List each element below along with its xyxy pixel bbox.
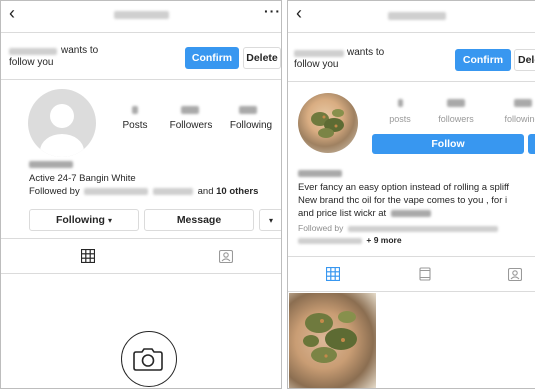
bio-line-1: Ever fancy an easy option instead of rol… [298, 182, 510, 193]
follower-name-redacted [84, 187, 149, 195]
followed-by-count: 10 others [216, 186, 259, 197]
post-thumbnail[interactable] [289, 293, 376, 388]
camera-empty-state [121, 331, 177, 387]
following-button-label: Following [55, 214, 105, 226]
confirm-button[interactable]: Confirm [455, 49, 511, 71]
followed-by-line[interactable]: Followed by [298, 222, 498, 234]
following-label[interactable]: Following [226, 120, 276, 131]
followed-by-line[interactable]: Followed by and 10 others [29, 186, 258, 198]
following-count-redacted [514, 99, 532, 107]
divider [288, 81, 535, 82]
confirm-button[interactable]: Confirm [185, 47, 239, 69]
camera-icon [133, 348, 163, 371]
follow-button[interactable]: Follow [372, 134, 524, 154]
profile-name-redacted [29, 161, 73, 168]
profile-tabs [288, 256, 535, 292]
bio-line-2: New brand thc oil for the vape comes to … [298, 195, 508, 206]
delete-button[interactable]: Delete [243, 47, 281, 69]
following-count-redacted [239, 106, 257, 114]
followed-by-more-line[interactable]: + 9 more [298, 234, 402, 246]
username-title-redacted [388, 12, 446, 20]
follower-name-redacted [152, 187, 193, 195]
request-text-line2: follow you [9, 57, 54, 68]
bio-line-3: and price list wickr at [298, 208, 431, 220]
avatar[interactable] [298, 93, 358, 153]
more-dots-icon[interactable]: ··· [264, 3, 281, 19]
followed-by-more: + 9 more [366, 235, 402, 245]
profile-name-redacted [298, 170, 342, 177]
posts-label[interactable]: posts [383, 114, 417, 124]
followers-label[interactable]: followers [433, 114, 479, 124]
message-button[interactable]: Message [144, 209, 254, 231]
delete-button[interactable]: Delete [514, 49, 535, 71]
posts-label[interactable]: Posts [115, 120, 155, 131]
request-text-line2: follow you [294, 59, 339, 70]
left-header: ‹ ··· [1, 1, 281, 33]
request-text-suffix: wants to [61, 45, 99, 56]
chevron-left-icon[interactable]: ‹ [9, 4, 15, 22]
username-title-redacted [114, 11, 169, 19]
chevron-down-icon: ▾ [107, 215, 112, 225]
followed-by-prefix: Followed by [29, 186, 80, 197]
requester-name-redacted [294, 50, 344, 57]
chevron-down-icon: ▾ [268, 215, 273, 225]
followers-label[interactable]: Followers [166, 120, 216, 131]
followers-count-redacted [181, 106, 199, 114]
right-header: ‹ [288, 1, 535, 33]
right-profile-screen: ‹ wants to follow you Confirm Delete pos… [287, 0, 535, 389]
follower-names-redacted [298, 237, 362, 244]
igtv-icon[interactable] [418, 267, 432, 281]
chevron-left-icon[interactable]: ‹ [296, 4, 302, 22]
bio-line-1: Active 24-7 Bangin White [29, 173, 136, 184]
default-avatar-icon [40, 104, 84, 157]
post-image [303, 311, 357, 363]
profile-tabs [1, 238, 281, 274]
divider [1, 79, 281, 80]
follower-names-redacted [347, 225, 498, 232]
tagged-person-icon[interactable] [219, 249, 233, 263]
suggestions-button[interactable]: ▾ [259, 209, 281, 231]
follow-options-button[interactable] [528, 134, 535, 154]
following-label[interactable]: following [499, 114, 535, 124]
request-text-suffix: wants to [347, 47, 385, 58]
requester-name-redacted [9, 48, 57, 55]
bio-line-3-text: and price list wickr at [298, 208, 387, 219]
left-profile-screen: ‹ ··· wants to follow you Confirm Delete… [0, 0, 282, 389]
tagged-person-icon[interactable] [508, 267, 522, 281]
posts-count-redacted [398, 99, 403, 107]
avatar[interactable] [28, 89, 96, 157]
profile-photo-image [311, 109, 344, 138]
posts-count-redacted [132, 106, 138, 114]
grid-icon[interactable] [81, 249, 95, 263]
followers-count-redacted [447, 99, 465, 107]
followed-by-and: and [197, 186, 214, 197]
followed-by-prefix: Followed by [298, 223, 344, 233]
contact-handle-redacted [390, 209, 431, 217]
grid-icon[interactable] [326, 267, 340, 281]
following-button[interactable]: Following ▾ [29, 209, 139, 231]
